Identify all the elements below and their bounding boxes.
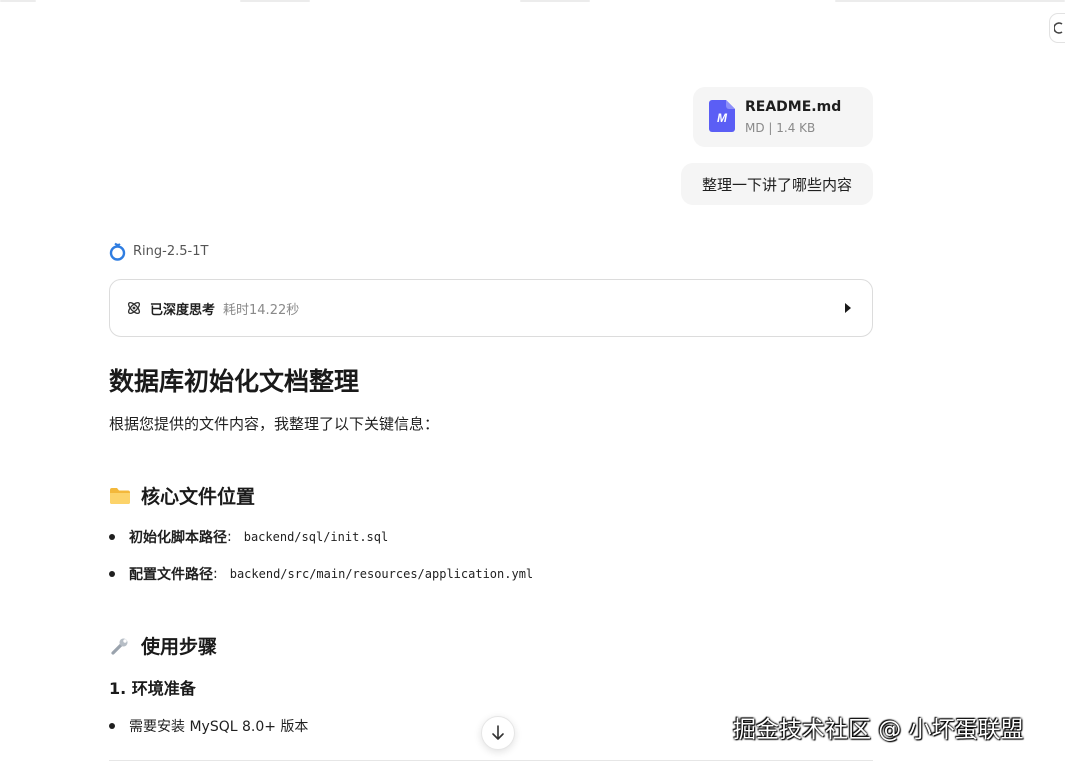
- section-heading-text: 核心文件位置: [141, 486, 256, 508]
- thinking-duration: 耗时14.22秒: [223, 302, 300, 318]
- divider: [109, 760, 873, 761]
- arrow-down-icon: [492, 725, 504, 740]
- response-title: 数据库初始化文档整理: [109, 367, 360, 396]
- caret-right-icon[interactable]: [844, 302, 852, 314]
- scroll-to-bottom-button[interactable]: [481, 716, 515, 750]
- wrench-icon: [111, 638, 128, 655]
- list-item: 需要安装 MySQL 8.0+ 版本: [109, 716, 308, 736]
- item-colon: :: [227, 529, 232, 545]
- step-heading: 1. 环境准备: [109, 679, 196, 698]
- section-heading-text: 使用步骤: [141, 636, 218, 658]
- side-panel-button[interactable]: [1049, 13, 1065, 43]
- markdown-file-icon: M: [709, 100, 735, 132]
- ring-logo-icon: [109, 242, 126, 261]
- top-edge: [0, 0, 1065, 3]
- thinking-panel[interactable]: 已深度思考 耗时14.22秒: [109, 279, 873, 337]
- list-item: 初始化脚本路径: backend/sql/init.sql: [109, 527, 388, 547]
- user-message-bubble: 整理一下讲了哪些内容: [681, 163, 873, 205]
- item-code: backend/sql/init.sql: [243, 530, 389, 544]
- section-heading-files: 核心文件位置: [109, 482, 255, 509]
- response-intro: 根据您提供的文件内容，我整理了以下关键信息：: [109, 415, 440, 433]
- bullet-dot: [109, 534, 115, 540]
- item-label: 配置文件路径: [129, 567, 213, 583]
- attachment-card[interactable]: M README.md MD | 1.4 KB: [693, 87, 873, 147]
- bullet-dot: [109, 723, 115, 729]
- item-code: backend/src/main/resources/application.y…: [229, 567, 534, 581]
- file-icon-letter: M: [717, 111, 728, 125]
- item-label: 初始化脚本路径: [129, 530, 227, 546]
- item-text: 需要安装 MySQL 8.0+ 版本: [129, 719, 309, 735]
- item-colon: :: [213, 566, 218, 582]
- attachment-meta: MD | 1.4 KB: [745, 121, 816, 135]
- folder-icon: [110, 487, 130, 504]
- section-heading-steps: 使用步骤: [109, 632, 217, 659]
- thinking-label: 已深度思考: [150, 302, 216, 318]
- attachment-name: README.md: [745, 99, 842, 115]
- watermark: 掘金技术社区 @ 小坏蛋联盟: [733, 717, 1024, 743]
- list-item: 配置文件路径: backend/src/main/resources/appli…: [109, 564, 533, 584]
- atom-icon: [127, 301, 141, 315]
- bullet-dot: [109, 571, 115, 577]
- model-header: Ring-2.5-1T: [109, 242, 208, 261]
- model-name: Ring-2.5-1T: [133, 244, 209, 259]
- refresh-icon: [1054, 22, 1063, 34]
